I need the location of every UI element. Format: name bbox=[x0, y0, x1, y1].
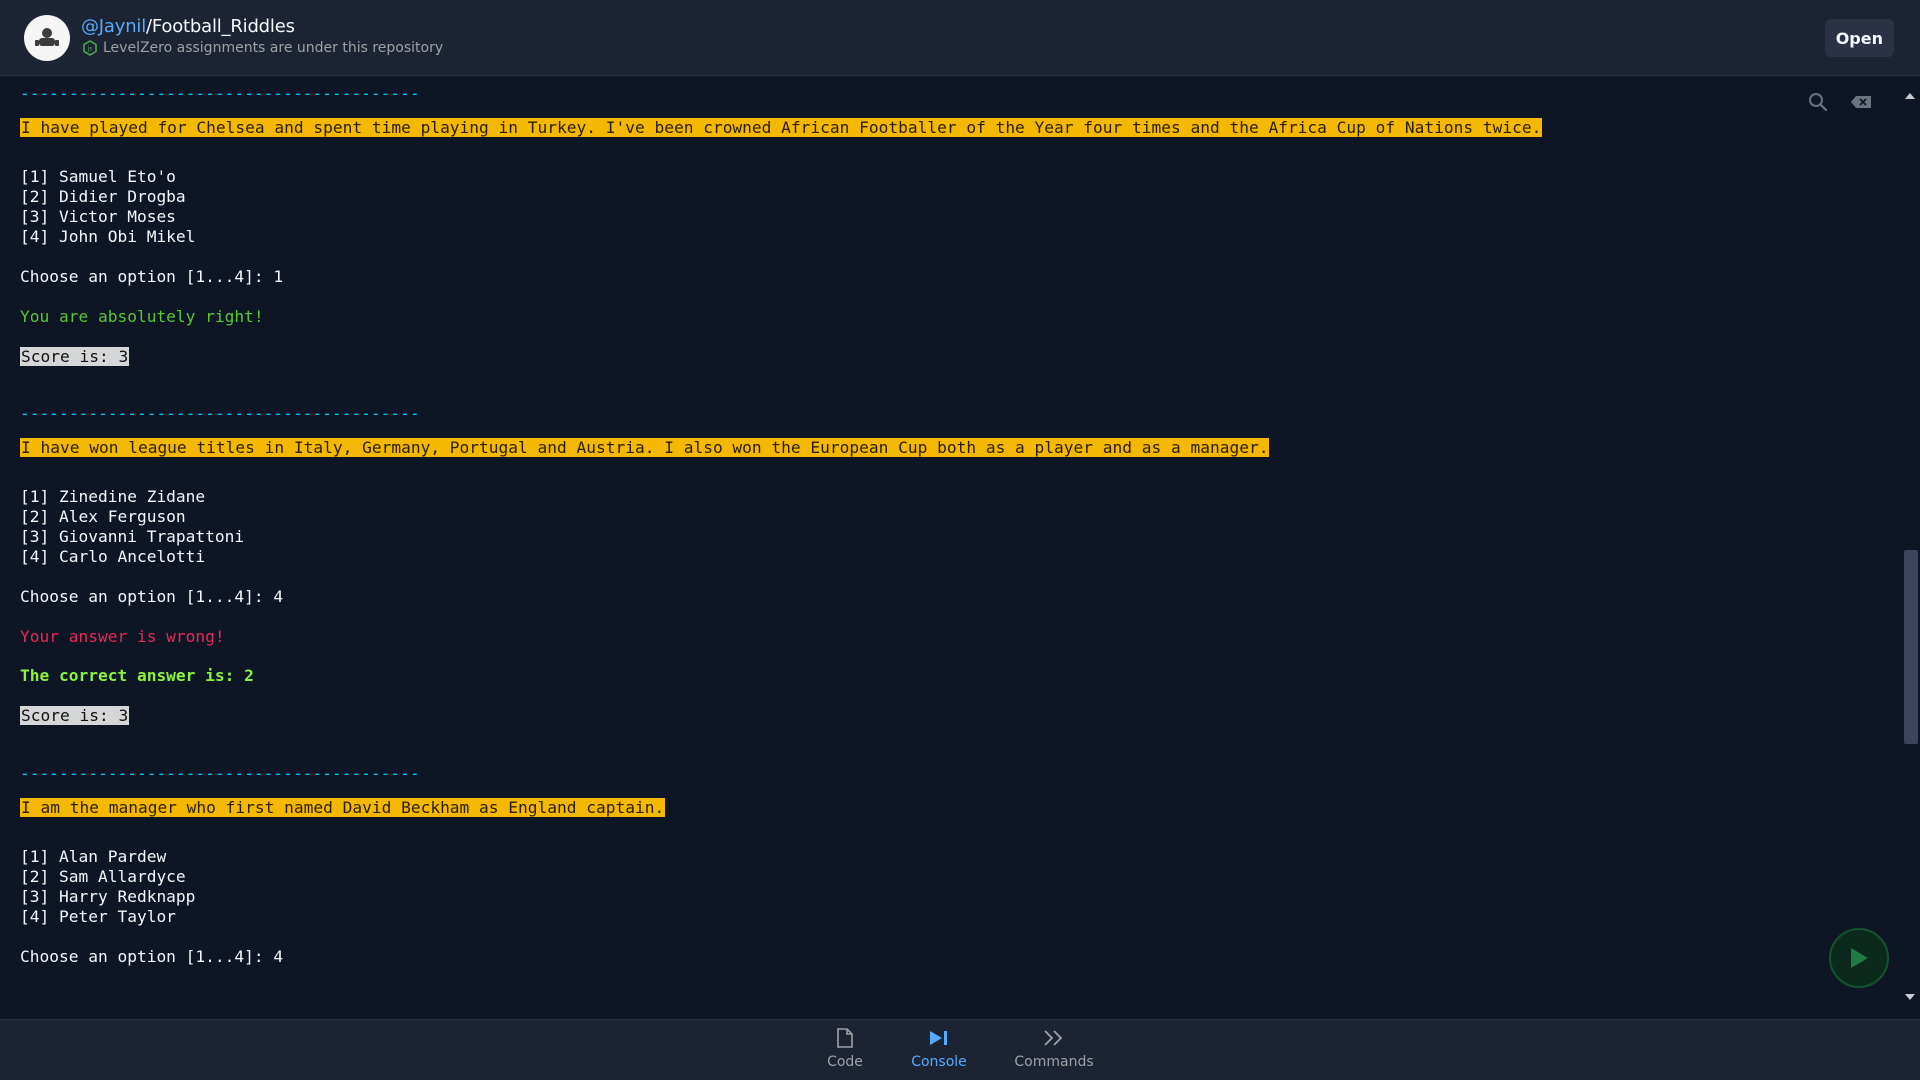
prompt-line: Choose an option [1...4]: 4 bbox=[20, 947, 284, 966]
nav-label: Commands bbox=[1014, 1054, 1094, 1070]
console-icon bbox=[930, 1031, 947, 1045]
score-line: Score is: 3 bbox=[20, 347, 130, 366]
option-line: [1] Zinedine Zidane bbox=[20, 487, 206, 506]
commands-icon bbox=[1044, 1030, 1063, 1046]
separator-line: ----------------------------------------… bbox=[20, 404, 420, 423]
result-wrong: Your answer is wrong! bbox=[20, 627, 225, 646]
play-icon bbox=[1851, 948, 1868, 968]
avatar[interactable] bbox=[24, 15, 70, 61]
clear-console-icon[interactable] bbox=[1850, 95, 1872, 109]
repo-description: js LevelZero assignments are under this … bbox=[83, 40, 443, 56]
option-line: [4] Peter Taylor bbox=[20, 907, 176, 926]
repo-description-text: LevelZero assignments are under this rep… bbox=[103, 40, 444, 56]
separator-line: ----------------------------------------… bbox=[20, 764, 420, 783]
console-tools bbox=[1808, 92, 1872, 112]
option-line: [3] Victor Moses bbox=[20, 207, 176, 226]
svg-text:js: js bbox=[87, 46, 93, 53]
repo-name: Football_Riddles bbox=[151, 16, 295, 37]
prompt-line: Choose an option [1...4]: 4 bbox=[20, 587, 284, 606]
search-icon[interactable] bbox=[1808, 92, 1828, 112]
correct-answer: The correct answer is: 2 bbox=[20, 666, 254, 685]
option-line: [4] John Obi Mikel bbox=[20, 227, 196, 246]
open-button[interactable]: Open bbox=[1824, 19, 1894, 57]
option-line: [2] Sam Allardyce bbox=[20, 867, 186, 886]
repl-header: @Jaynil/Football_Riddles js LevelZero as… bbox=[0, 0, 1920, 76]
riddle-question: I am the manager who first named David B… bbox=[20, 798, 666, 817]
riddle-question: I have won league titles in Italy, Germa… bbox=[20, 438, 1270, 457]
bottom-nav: Code Console Commands bbox=[0, 1019, 1920, 1080]
score-line: Score is: 3 bbox=[20, 706, 130, 725]
option-line: [1] Alan Pardew bbox=[20, 847, 167, 866]
repo-user-link[interactable]: @Jaynil bbox=[81, 16, 146, 37]
option-line: [3] Harry Redknapp bbox=[20, 887, 196, 906]
robot-icon bbox=[35, 28, 59, 46]
nodejs-icon: js bbox=[83, 40, 97, 56]
scroll-down-arrow-icon[interactable] bbox=[1905, 994, 1915, 1000]
nav-console[interactable]: Console bbox=[909, 1028, 969, 1070]
nav-label: Console bbox=[911, 1054, 967, 1070]
nav-label: Code bbox=[827, 1054, 863, 1070]
riddle-question: I have played for Chelsea and spent time… bbox=[20, 118, 1543, 137]
repo-title: @Jaynil/Football_Riddles bbox=[81, 16, 295, 37]
option-line: [1] Samuel Eto'o bbox=[20, 167, 176, 186]
scrollbar-thumb[interactable] bbox=[1904, 550, 1918, 744]
console-scrollbar[interactable] bbox=[1899, 88, 1920, 1008]
nav-code[interactable]: Code bbox=[825, 1028, 865, 1070]
console-panel[interactable]: ----------------------------------------… bbox=[0, 76, 1920, 1019]
result-right: You are absolutely right! bbox=[20, 307, 264, 326]
option-line: [3] Giovanni Trapattoni bbox=[20, 527, 245, 546]
nav-commands[interactable]: Commands bbox=[1013, 1028, 1095, 1070]
option-line: [2] Didier Drogba bbox=[20, 187, 186, 206]
file-icon bbox=[837, 1028, 853, 1048]
scroll-up-arrow-icon[interactable] bbox=[1905, 93, 1915, 99]
prompt-line: Choose an option [1...4]: 1 bbox=[20, 267, 284, 286]
option-line: [2] Alex Ferguson bbox=[20, 507, 186, 526]
option-line: [4] Carlo Ancelotti bbox=[20, 547, 206, 566]
separator-line: ----------------------------------------… bbox=[20, 84, 420, 103]
run-button[interactable] bbox=[1829, 928, 1889, 988]
